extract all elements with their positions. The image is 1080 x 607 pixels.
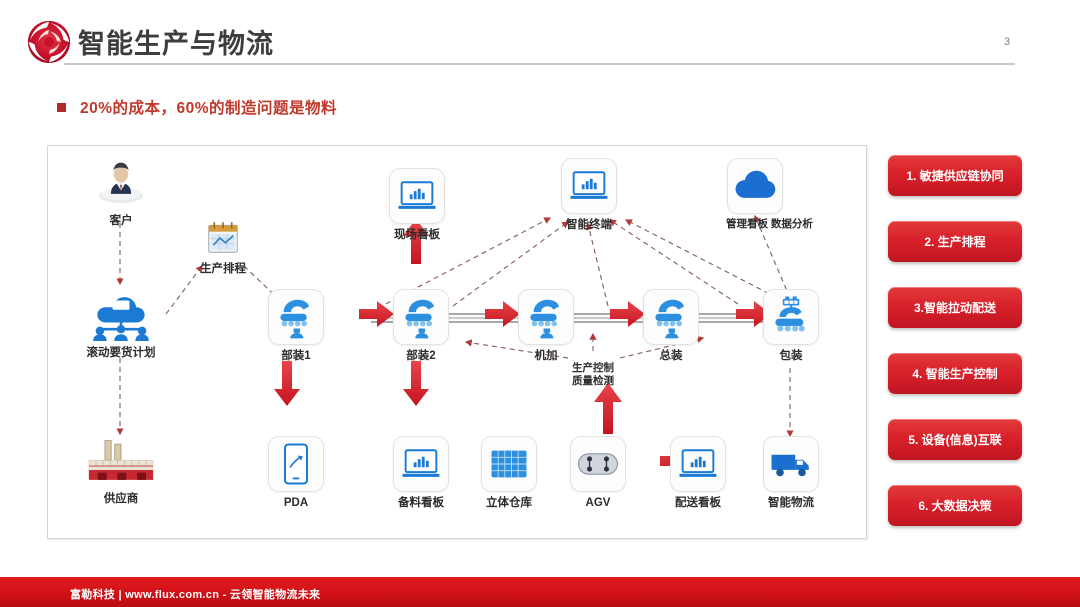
node-final-assembly[interactable]: 总装 [642, 289, 700, 363]
footer-text: 富勒科技 | www.flux.com.cn - 云领智能物流未来 [70, 589, 321, 601]
node-pda[interactable]: PDA [267, 436, 325, 510]
node-caption: PDA [283, 497, 309, 509]
cloud-people-icon [86, 286, 156, 342]
node-subassembly-1[interactable]: 部装1 [267, 289, 325, 363]
node-caption: 现场看板 [394, 229, 440, 241]
node-caption: 生产排程 [200, 263, 246, 275]
label-line-1: 生产控制 [572, 362, 614, 374]
robot-arm-icon [643, 289, 699, 345]
laptop-chart-icon [561, 158, 617, 214]
robot-arm-icon [268, 289, 324, 345]
node-caption: 总装 [659, 350, 683, 362]
node-onsite-board[interactable]: 现场看板 [388, 168, 446, 242]
laptop-chart-icon [670, 436, 726, 492]
node-mgmt-board[interactable]: 管理看板 数据分析 [726, 158, 813, 231]
node-machining[interactable]: 机加 [517, 289, 575, 363]
node-caption: 包装 [779, 350, 803, 362]
agv-cart-icon [570, 436, 626, 492]
node-caption: 部装1 [281, 350, 311, 362]
node-caption: AGV [585, 497, 611, 509]
label-line-2: 质量检测 [572, 375, 614, 388]
calendar-icon [203, 218, 243, 258]
right-rail: 1. 敏捷供应链协同 2. 生产排程 3.智能拉动配送 4. 智能生产控制 5.… [888, 155, 1022, 551]
rail-item-label: 1. 敏捷供应链协同 [906, 169, 1004, 183]
node-caption: 立体仓库 [486, 497, 532, 509]
node-prep-board[interactable]: 备料看板 [392, 436, 450, 510]
rail-item-agile-supply-chain[interactable]: 1. 敏捷供应链协同 [888, 155, 1022, 196]
node-caption: 供应商 [103, 493, 139, 505]
rail-item-label: 6. 大数据决策 [918, 499, 992, 513]
node-caption: 备料看板 [398, 497, 444, 509]
robot-arm-icon [518, 289, 574, 345]
rail-item-label: 4. 智能生产控制 [912, 367, 998, 381]
slide-header: 智能生产与物流 3 [0, 0, 1080, 72]
node-rolling-plan[interactable]: 滚动要货计划 [74, 286, 168, 360]
node-delivery-board[interactable]: 配送看板 [669, 436, 727, 510]
red-spiral-logo-icon [26, 19, 72, 65]
node-caption: 客户 [109, 215, 133, 227]
header-divider [64, 63, 1015, 65]
rail-item-production-schedule[interactable]: 2. 生产排程 [888, 221, 1022, 262]
rail-item-big-data-decision[interactable]: 6. 大数据决策 [888, 485, 1022, 526]
laptop-chart-icon [393, 436, 449, 492]
page-number: 3 [1004, 36, 1011, 48]
rail-item-label: 5. 设备(信息)互联 [908, 433, 1002, 447]
packing-robot-icon [763, 289, 819, 345]
bullet-row: 20%的成本，60%的制造问题是物料 [57, 96, 337, 118]
page-title: 智能生产与物流 [78, 29, 274, 59]
rail-item-label: 3.智能拉动配送 [913, 301, 996, 315]
node-warehouse[interactable]: 立体仓库 [480, 436, 538, 510]
node-supplier[interactable]: 供应商 [82, 436, 160, 506]
node-caption: 滚动要货计划 [86, 347, 156, 359]
node-smart-logistics[interactable]: 智能物流 [762, 436, 820, 510]
node-caption: 管理看板 数据分析 [726, 218, 813, 230]
rail-item-equipment-iot[interactable]: 5. 设备(信息)互联 [888, 419, 1022, 460]
truck-icon [763, 436, 819, 492]
rail-item-smart-pull-delivery[interactable]: 3.智能拉动配送 [888, 287, 1022, 328]
mobile-phone-icon [268, 436, 324, 492]
node-caption: 智能物流 [768, 497, 814, 509]
node-customer[interactable]: 客户 [92, 154, 150, 228]
node-schedule[interactable]: 生产排程 [195, 218, 251, 276]
rack-warehouse-icon [481, 436, 537, 492]
bullet-text: 20%的成本，60%的制造问题是物料 [80, 100, 338, 117]
rail-item-label: 2. 生产排程 [924, 235, 986, 249]
node-smart-terminal[interactable]: 智能终端 [560, 158, 618, 232]
robot-arm-icon [393, 289, 449, 345]
businessman-icon [93, 154, 149, 210]
laptop-chart-icon [389, 168, 445, 224]
node-caption: 配送看板 [675, 497, 721, 509]
node-caption: 部装2 [406, 350, 436, 362]
cloud-icon [727, 158, 783, 214]
rail-item-smart-prod-control[interactable]: 4. 智能生产控制 [888, 353, 1022, 394]
node-packaging[interactable]: 包装 [762, 289, 820, 363]
node-agv[interactable]: AGV [569, 436, 627, 510]
factory-icon [84, 436, 158, 488]
diagram-panel: 客户 生产排程 滚动要货计划 供应商 现场看板 智能终端 管理看板 数据分析 部… [47, 145, 867, 539]
node-subassembly-2[interactable]: 部装2 [392, 289, 450, 363]
bullet-marker-icon [57, 102, 66, 112]
label-quality-control: 生产控制 质量检测 [543, 362, 643, 388]
node-caption: 智能终端 [566, 219, 612, 231]
